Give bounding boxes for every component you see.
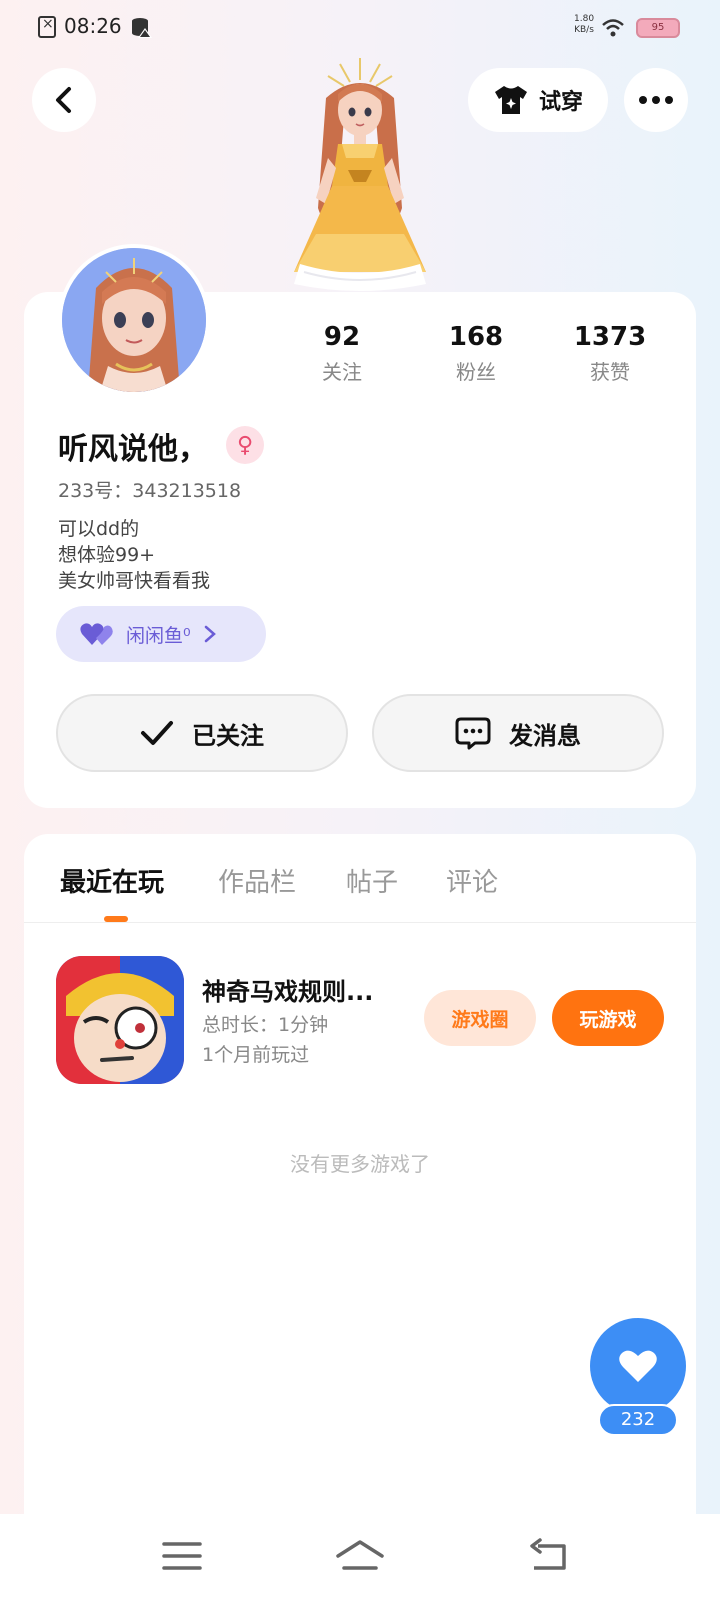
send-message-button[interactable]: 发消息 [372,694,664,772]
likes-label: 获赞 [590,360,630,384]
stat-fans[interactable]: 168 粉丝 [416,322,536,385]
more-options-button[interactable] [624,68,688,132]
stat-likes[interactable]: 1373 获赞 [550,322,670,385]
tab-comments[interactable]: 评论 [446,862,498,899]
no-more-games-text: 没有更多游戏了 [290,1152,430,1176]
bio-line: 美女帅哥快看看我 [58,570,211,592]
network-speed: 1.80 KB/s [574,14,595,35]
tab-works[interactable]: 作品栏 [218,862,296,899]
send-message-label: 发消息 [509,721,581,750]
heart-icon [619,1350,657,1382]
fans-count: 168 [448,322,504,352]
following-label: 关注 [322,360,362,384]
fan-group-chip[interactable]: 闲闲鱼⁰ [56,606,266,662]
avatar-character[interactable] [276,58,444,294]
likes-count: 1373 [573,322,647,352]
game-last-played: 1个月前玩过 [202,1044,310,1066]
bio-line: 可以dd的 [58,518,140,540]
chevron-right-icon [204,625,216,643]
user-id: 233号：343213518 [58,480,242,502]
like-button[interactable] [590,1318,686,1414]
double-heart-icon [80,623,113,645]
game-play-duration: 总时长：1分钟 [202,1014,329,1036]
chat-bubble-icon [455,717,491,750]
game-circle-button[interactable]: 游戏圈 [424,990,536,1046]
nickname: 听风说他， [58,432,208,467]
fans-label: 粉丝 [456,360,496,384]
bio-line: 想体验99+ [58,544,156,566]
following-button-label: 已关注 [192,721,264,750]
more-dots-icon [639,96,673,104]
game-icon[interactable] [56,956,184,1084]
tshirt-sparkle-icon [494,86,527,114]
try-on-label: 试穿 [538,90,583,115]
game-clown-art [56,956,184,1084]
battery-indicator: 95 [636,18,680,38]
like-count-badge: 232 [598,1404,678,1436]
content-card [24,834,696,1600]
chevron-left-icon [56,87,71,113]
home-icon[interactable] [334,1534,386,1578]
tab-divider [24,922,696,923]
tab-recently-played[interactable]: 最近在玩 [60,862,164,899]
status-bar: 08:26 1.80 KB/s 95 [0,0,720,56]
female-gender-icon: ♀ [226,426,264,464]
back-nav-icon[interactable] [524,1534,572,1578]
game-title[interactable]: 神奇马戏规则... [202,972,402,1007]
play-game-button[interactable]: 玩游戏 [552,990,664,1046]
following-count: 92 [323,322,361,352]
try-on-button[interactable]: 试穿 [468,68,608,132]
avatar[interactable] [58,244,210,396]
back-button[interactable] [32,68,96,132]
stat-following[interactable]: 92 关注 [282,322,402,385]
wifi-icon [602,19,624,37]
status-time: 08:26 [64,14,122,38]
following-button[interactable]: 已关注 [56,694,348,772]
menu-icon[interactable] [158,1534,206,1578]
avatar-portrait [62,248,206,392]
checkmark-icon [141,721,173,745]
file-error-icon [38,16,56,38]
tab-posts[interactable]: 帖子 [346,862,398,899]
fan-group-label: 闲闲鱼⁰ [126,624,191,647]
database-warning-icon [132,18,152,38]
